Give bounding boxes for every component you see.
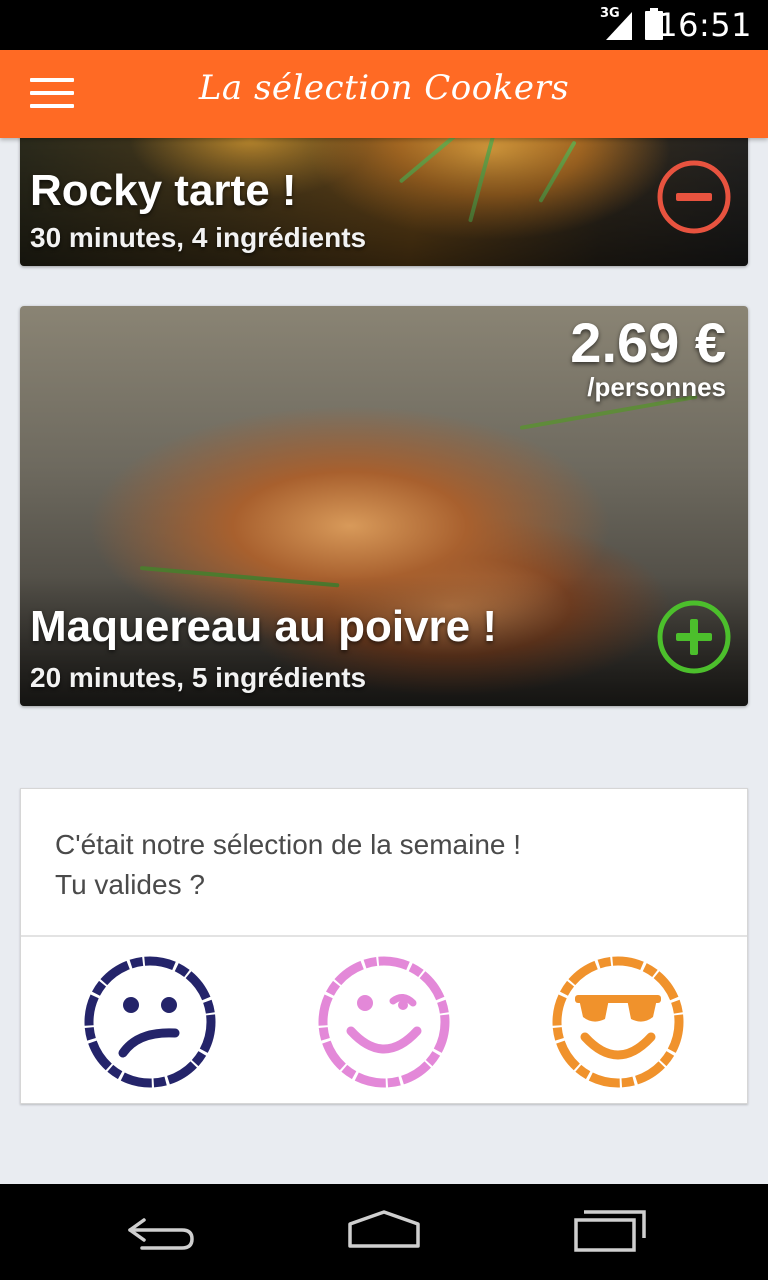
recipe-details: 30 minutes, 4 ingrédients	[30, 222, 367, 253]
sad-face-icon[interactable]	[83, 955, 217, 1089]
validation-question: C'était notre sélection de la semaine ! …	[55, 825, 521, 905]
price-unit: /personnes	[587, 371, 726, 402]
price-amount: 2.69 €	[570, 311, 726, 374]
weekly-validation-panel: C'était notre sélection de la semaine ! …	[20, 788, 748, 1104]
divider	[21, 935, 747, 937]
back-icon[interactable]	[120, 1208, 200, 1256]
recipe-card-maquereau[interactable]: 2.69 € /personnes Maquereau au poivre ! …	[20, 306, 748, 706]
validation-line-1: C'était notre sélection de la semaine !	[55, 829, 522, 860]
recipe-title: Maquereau au poivre !	[30, 602, 498, 651]
app-bar: La sélection Cookers	[0, 50, 768, 138]
minus-circle-icon	[657, 160, 731, 234]
validation-line-2: Tu valides ?	[55, 869, 205, 900]
plus-circle-icon	[657, 600, 731, 674]
winking-face-icon[interactable]	[317, 955, 451, 1089]
system-navigation-bar	[0, 1184, 768, 1280]
network-type: 3G	[600, 6, 620, 21]
recipe-title: Rocky tarte !	[30, 166, 297, 215]
clock: 16:51	[657, 6, 752, 44]
app-title: La sélection Cookers	[198, 68, 570, 108]
status-bar: 3G 16:51	[0, 0, 768, 50]
signal-icon: 3G	[600, 6, 634, 40]
add-recipe-button[interactable]	[656, 599, 732, 675]
sunglasses-face-icon[interactable]	[551, 955, 685, 1089]
remove-recipe-button[interactable]	[656, 159, 732, 235]
home-icon[interactable]	[344, 1208, 424, 1256]
recipe-details: 20 minutes, 5 ingrédients	[30, 662, 367, 693]
price-tag: 2.69 € /personnes	[570, 312, 726, 403]
recent-apps-icon[interactable]	[570, 1208, 650, 1256]
